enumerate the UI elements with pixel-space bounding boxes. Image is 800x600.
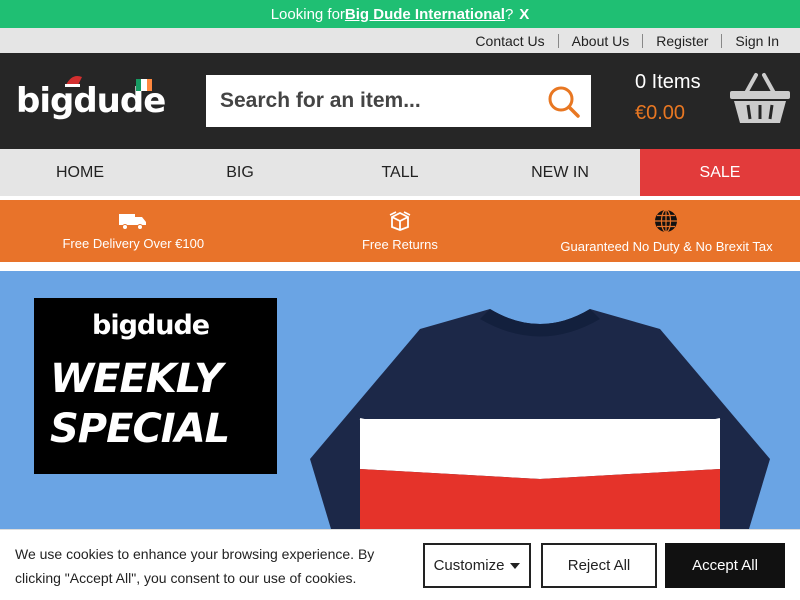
customize-button[interactable]: Customize (423, 543, 531, 588)
site-header: bigdude 0 Items €0.00 (0, 53, 800, 149)
caret-down-icon (510, 562, 521, 569)
basket-icon[interactable] (728, 71, 792, 127)
cookie-message: We use cookies to enhance your browsing … (15, 546, 375, 586)
main-nav: HOME BIG TALL NEW IN SALE (0, 149, 800, 196)
benefit-returns-label: Free Returns (361, 236, 438, 252)
cart-summary[interactable]: 0 Items €0.00 (635, 71, 701, 125)
benefit-delivery: Free Delivery Over €100 (0, 200, 267, 262)
international-link[interactable]: Big Dude International (345, 6, 505, 23)
nav-home[interactable]: HOME (0, 149, 160, 196)
customize-label: Customize (433, 557, 505, 574)
search-input[interactable] (206, 89, 526, 113)
cart-count: 0 Items (635, 71, 701, 93)
nav-new-in[interactable]: NEW IN (480, 149, 640, 196)
benefits-bar: Free Delivery Over €100 Free Returns Gua… (0, 200, 800, 262)
search-bar (206, 75, 591, 127)
register-link[interactable]: Register (642, 33, 721, 48)
sign-in-link[interactable]: Sign In (721, 33, 792, 48)
close-promo-button[interactable]: X (519, 6, 529, 23)
truck-icon (119, 213, 147, 230)
about-us-link[interactable]: About Us (557, 33, 643, 48)
utility-nav: Contact Us About Us Register Sign In (0, 28, 800, 53)
hero-line-1: WEEKLY (50, 356, 223, 402)
globe-icon (655, 208, 678, 233)
benefit-delivery-label: Free Delivery Over €100 (62, 235, 205, 251)
box-icon (389, 210, 411, 231)
weekly-special-badge: bigdude WEEKLY SPECIAL (34, 298, 277, 474)
cookie-banner: We use cookies to enhance your browsing … (0, 529, 800, 600)
hero-brand: bigdude (92, 310, 210, 341)
nav-big[interactable]: BIG (160, 149, 320, 196)
nav-tall[interactable]: TALL (320, 149, 480, 196)
irish-flag-icon (136, 79, 152, 91)
benefit-duty-label: Guaranteed No Duty & No Brexit Tax (560, 238, 773, 254)
reject-all-button[interactable]: Reject All (541, 543, 657, 588)
benefit-duty: Guaranteed No Duty & No Brexit Tax (533, 200, 800, 262)
site-logo[interactable]: bigdude (16, 76, 166, 121)
santa-hat-icon (65, 76, 82, 87)
promo-bar: Looking for Big Dude International ? X (0, 0, 800, 28)
search-icon[interactable] (547, 85, 581, 119)
nav-sale[interactable]: SALE (640, 149, 800, 196)
benefit-returns: Free Returns (267, 200, 534, 262)
promo-suffix: ? (504, 5, 514, 23)
cart-total: €0.00 (635, 102, 686, 124)
hero-line-2: SPECIAL (50, 406, 230, 452)
contact-us-link[interactable]: Contact Us (462, 34, 557, 48)
accept-all-button[interactable]: Accept All (665, 543, 785, 588)
promo-prefix: Looking for (270, 5, 345, 23)
